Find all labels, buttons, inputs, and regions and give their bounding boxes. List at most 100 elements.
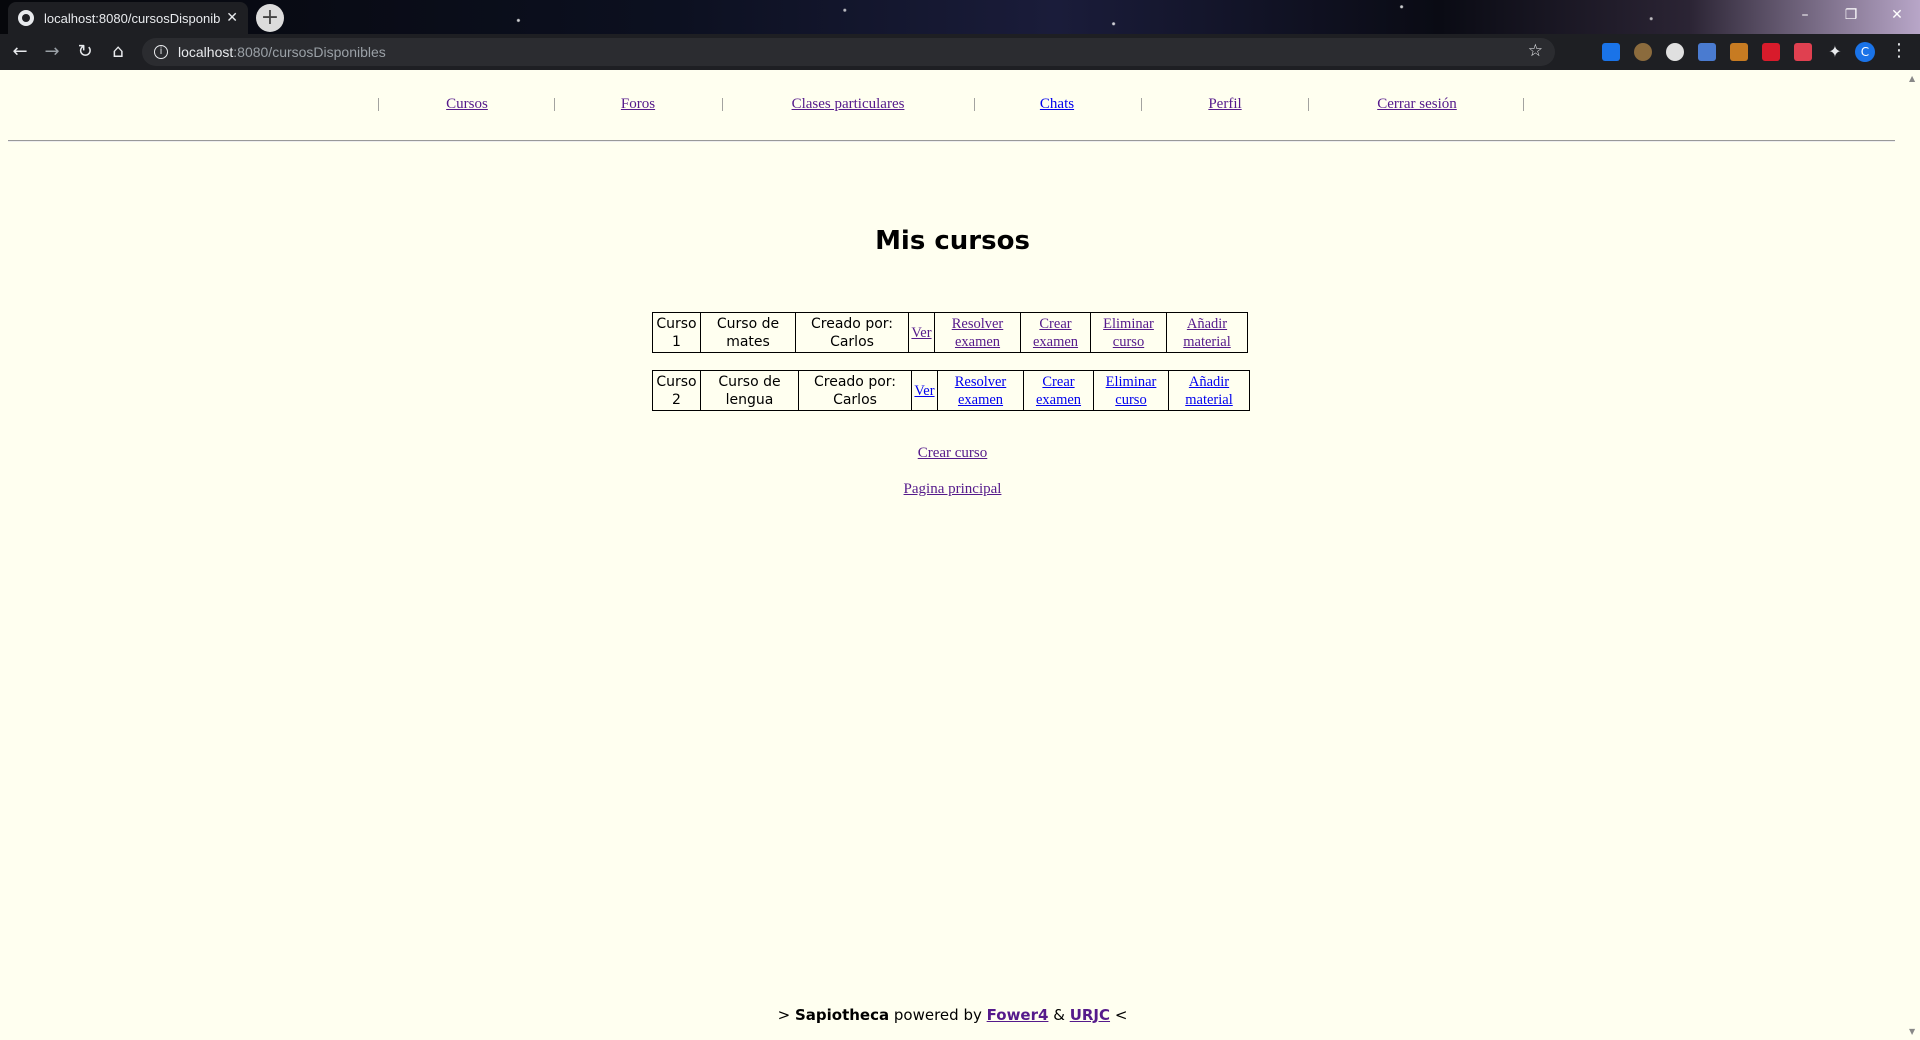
solve-exam-link[interactable]: Resolver examen (952, 316, 1004, 350)
course-name-cell: Curso de lengua (700, 370, 799, 411)
top-nav: | Cursos | Foros | Clases particulares |… (0, 96, 1905, 118)
view-course-link[interactable]: Ver (914, 383, 934, 399)
table-row: Curso 1 Curso de mates Creado por: Carlo… (652, 312, 1248, 353)
nav-separator: | (1140, 96, 1144, 112)
new-tab-button[interactable]: + (256, 4, 284, 32)
address-bar[interactable]: i localhost :8080/cursosDisponibles ☆ (142, 38, 1555, 66)
delete-course-cell: Eliminar curso (1093, 370, 1169, 411)
nav-separator: | (1522, 96, 1526, 112)
tab-title: localhost:8080/cursosDisponibles (44, 10, 221, 26)
restore-icon[interactable]: ❐ (1828, 0, 1874, 30)
course-name: Curso de (718, 373, 781, 390)
divider (8, 140, 1895, 142)
tab-close-icon[interactable]: ✕ (226, 10, 238, 26)
create-exam-link[interactable]: Crear examen (1036, 374, 1081, 408)
footer-suffix: < (1114, 1006, 1128, 1024)
add-material-link[interactable]: Añadir material (1185, 374, 1233, 408)
nav-separator: | (553, 96, 557, 112)
course-name: mates (726, 333, 770, 350)
solve-exam-cell: Resolver examen (937, 370, 1024, 411)
back-icon[interactable]: ← (6, 38, 34, 66)
delete-course-link[interactable]: Eliminar curso (1103, 316, 1154, 350)
extension-icon[interactable] (1634, 43, 1652, 61)
home-icon[interactable]: ⌂ (104, 38, 132, 66)
nav-link-clases-particulares[interactable]: Clases particulares (792, 96, 905, 113)
browser-tab[interactable]: localhost:8080/cursosDisponibles ✕ (8, 2, 248, 34)
menu-icon[interactable]: ⋮ (1890, 40, 1908, 61)
profile-avatar[interactable]: C (1855, 42, 1875, 62)
reload-icon[interactable]: ↻ (71, 38, 99, 66)
home-page-link[interactable]: Pagina principal (904, 481, 1002, 497)
translate-extension-icon[interactable] (1698, 43, 1716, 61)
course-id: Curso (656, 315, 697, 332)
nav-link-chats[interactable]: Chats (1040, 96, 1074, 113)
extension-icon[interactable] (1794, 43, 1812, 61)
course-table: Curso 1 Curso de mates Creado por: Carlo… (652, 312, 1248, 353)
nav-link-foros[interactable]: Foros (621, 96, 655, 113)
course-author: Creado por: (811, 315, 893, 332)
scrollbar[interactable]: ▲ ▼ (1905, 70, 1920, 1040)
create-exam-link[interactable]: Crear examen (1033, 316, 1078, 350)
footer-powered-by: powered by (893, 1006, 982, 1024)
nav-separator: | (973, 96, 977, 112)
footer-link-fower4[interactable]: Fower4 (987, 1006, 1049, 1024)
add-material-link[interactable]: Añadir material (1183, 316, 1231, 350)
window-close-icon[interactable]: ✕ (1874, 0, 1920, 30)
extension-icon[interactable] (1730, 43, 1748, 61)
view-cell: Ver (908, 312, 935, 353)
nav-separator: | (377, 96, 381, 112)
nav-separator: | (721, 96, 725, 112)
view-cell: Ver (911, 370, 938, 411)
add-material-cell: Añadir material (1166, 312, 1248, 353)
view-course-link[interactable]: Ver (911, 325, 931, 341)
delete-course-link[interactable]: Eliminar curso (1106, 374, 1157, 408)
course-id-cell: Curso 1 (652, 312, 701, 353)
page-title: Mis cursos (875, 226, 1030, 256)
browser-toolbar: ← → ↻ ⌂ i localhost :8080/cursosDisponib… (0, 34, 1920, 70)
create-course-row: Crear curso (0, 445, 1905, 462)
footer-amp: & (1053, 1006, 1065, 1024)
course-author: Carlos (830, 333, 874, 350)
course-author-cell: Creado por: Carlos (795, 312, 909, 353)
course-name: Curso de (716, 315, 780, 332)
page-content: | Cursos | Foros | Clases particulares |… (0, 70, 1905, 1040)
nav-link-cursos[interactable]: Cursos (446, 96, 488, 113)
minimize-icon[interactable]: – (1782, 0, 1828, 30)
puzzle-icon[interactable]: ✦ (1826, 43, 1844, 61)
solve-exam-link[interactable]: Resolver examen (955, 374, 1007, 408)
course-id: Curso (656, 373, 697, 390)
course-table: Curso 2 Curso de lengua Creado por: Carl… (652, 370, 1250, 411)
create-exam-cell: Crear examen (1020, 312, 1091, 353)
nav-link-cerrar-sesion[interactable]: Cerrar sesión (1377, 96, 1457, 113)
mega-extension-icon[interactable] (1762, 43, 1780, 61)
globe-icon (18, 10, 34, 26)
create-course-link[interactable]: Crear curso (918, 445, 988, 461)
url-path: :8080/cursosDisponibles (233, 44, 386, 60)
course-author-cell: Creado por: Carlos (798, 370, 912, 411)
footer-link-urjc[interactable]: URJC (1070, 1006, 1110, 1024)
scroll-up-icon[interactable]: ▲ (1909, 74, 1915, 83)
lightbulb-extension-icon[interactable] (1666, 43, 1684, 61)
create-exam-cell: Crear examen (1023, 370, 1094, 411)
solve-exam-cell: Resolver examen (934, 312, 1021, 353)
footer-brand: Sapiotheca (794, 1006, 890, 1024)
course-name-cell: Curso de mates (700, 312, 796, 353)
course-id: 2 (672, 391, 681, 408)
scroll-down-icon[interactable]: ▼ (1909, 1027, 1915, 1036)
home-row: Pagina principal (0, 481, 1905, 498)
course-id-cell: Curso 2 (652, 370, 701, 411)
nav-separator: | (1307, 96, 1311, 112)
info-icon[interactable]: i (154, 45, 168, 59)
footer: > Sapiotheca powered by Fower4 & URJC < (0, 1006, 1905, 1024)
course-name: lengua (725, 391, 774, 408)
nav-link-perfil[interactable]: Perfil (1208, 96, 1241, 113)
add-material-cell: Añadir material (1168, 370, 1250, 411)
footer-prefix: > (777, 1006, 791, 1024)
bookmark-star-icon[interactable]: ☆ (1528, 41, 1543, 61)
download-extension-icon[interactable] (1602, 43, 1620, 61)
course-id: 1 (672, 333, 681, 350)
forward-icon[interactable]: → (38, 38, 66, 66)
course-author: Carlos (833, 391, 877, 408)
delete-course-cell: Eliminar curso (1090, 312, 1167, 353)
course-author: Creado por: (814, 373, 896, 390)
